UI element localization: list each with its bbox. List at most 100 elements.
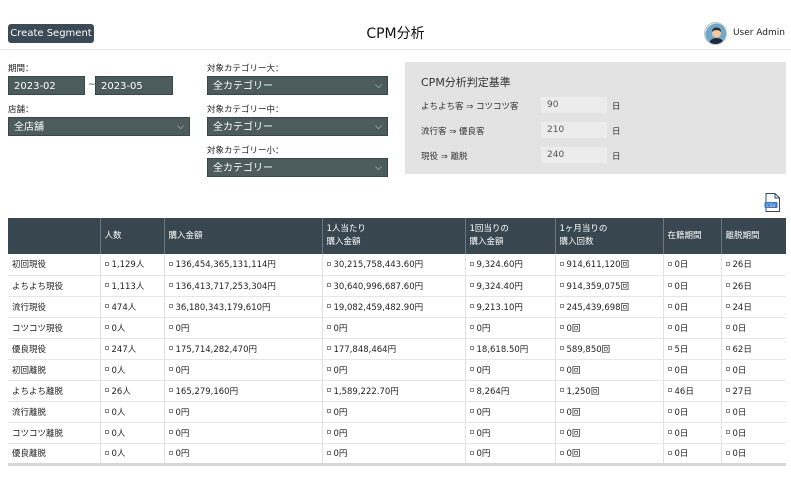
table-cell: 245,439,698回	[555, 296, 664, 318]
table-cell: 18,618.50円	[465, 338, 556, 360]
category-large-select[interactable]: 全カテゴリー ⌵	[207, 76, 388, 95]
cell-value: 0回	[566, 407, 581, 418]
cell-value: 30,640,996,687.60円	[333, 281, 424, 292]
cell-value: 247人	[111, 344, 137, 355]
cell-value: 0円	[333, 449, 348, 459]
chevron-down-icon: ⌵	[375, 81, 382, 91]
cell-marker-icon	[326, 325, 331, 329]
cell-value: 26日	[732, 260, 752, 271]
cell-marker-icon	[559, 388, 564, 392]
cell-value: 30,215,758,443.60円	[333, 260, 424, 271]
table-cell: 0円	[465, 359, 556, 381]
cell-value: 0円	[175, 428, 190, 439]
criteria-days-input[interactable]: 210	[541, 122, 607, 138]
cell-marker-icon	[667, 325, 672, 329]
table-cell: 0回	[555, 443, 664, 466]
cell-value: 27日	[732, 386, 752, 397]
table-row: コツコツ離脱 0人 0円 0円 0円 0回 0日 0日	[8, 422, 786, 444]
category-small-value: 全カテゴリー	[213, 163, 273, 174]
table-row: よちよち現役 1,113人 136,413,717,253,304円 30,640,9…	[8, 275, 786, 297]
period-from-field[interactable]: 2023-02	[8, 76, 85, 95]
table-cell: 0日	[663, 296, 722, 318]
cell-marker-icon	[469, 367, 474, 371]
cell-value: 0人	[111, 323, 126, 334]
column-header: 人数	[100, 218, 165, 254]
cell-value: 0日	[732, 407, 747, 418]
criteria-row: 流行客 ⇒ 優良客 210 日	[421, 122, 781, 138]
cell-marker-icon	[725, 450, 730, 455]
cell-marker-icon	[326, 346, 331, 350]
table-cell: 0回	[555, 401, 664, 423]
column-header: 1ヶ月当りの 購入回数	[555, 218, 664, 254]
cell-value: 19,082,459,482.90円	[333, 302, 424, 313]
column-header: 購入金額	[164, 218, 323, 254]
table-cell: 0日	[721, 422, 786, 444]
cell-marker-icon	[469, 304, 474, 308]
cell-value: 136,454,365,131,114円	[175, 260, 276, 271]
cell-marker-icon	[168, 325, 173, 329]
column-header: 1回当りの 購入金額	[465, 218, 556, 254]
cell-marker-icon	[559, 367, 564, 371]
table-cell: 0日	[721, 359, 786, 381]
cell-value: 0日	[732, 428, 747, 439]
cell-marker-icon	[667, 367, 672, 371]
table-row: 流行離脱 0人 0円 0円 0円 0回 0日 0日	[8, 401, 786, 423]
criteria-unit: 日	[612, 102, 621, 112]
cell-value: 0日	[674, 323, 689, 334]
criteria-row: よちよち客 ⇒ コツコツ客 90 日	[421, 97, 781, 113]
user-menu[interactable]: User Admin	[703, 21, 785, 45]
cell-value: 26人	[111, 386, 131, 397]
table-cell: 0人	[100, 422, 165, 444]
cell-marker-icon	[104, 450, 109, 455]
segment-name-cell: 優良現役	[8, 338, 101, 360]
table-cell: 19,082,459,482.90円	[322, 296, 466, 318]
cell-value: 0日	[674, 281, 689, 292]
cell-value: 0円	[476, 428, 491, 439]
cell-value: 0日	[674, 365, 689, 376]
cell-value: 62日	[732, 344, 752, 355]
cell-marker-icon	[725, 283, 730, 287]
category-mid-select[interactable]: 全カテゴリー ⌵	[207, 117, 388, 136]
criteria-days-input[interactable]: 90	[541, 97, 607, 113]
segment-name-cell: よちよち離脱	[8, 380, 101, 402]
cell-marker-icon	[559, 346, 564, 350]
store-select[interactable]: 全店舗 ⌵	[8, 117, 190, 136]
table-cell: 62日	[721, 338, 786, 360]
table-cell: 9,213.10円	[465, 296, 556, 318]
user-avatar[interactable]	[703, 21, 727, 45]
cell-value: 0円	[333, 323, 348, 334]
cell-marker-icon	[326, 283, 331, 287]
criteria-unit: 日	[612, 152, 621, 162]
cell-value: 177,848,464円	[333, 344, 397, 355]
cell-value: 1,589,222.70円	[333, 386, 399, 397]
table-cell: 30,640,996,687.60円	[322, 275, 466, 297]
cell-marker-icon	[469, 450, 474, 455]
cell-marker-icon	[559, 261, 564, 266]
table-cell: 0日	[663, 422, 722, 444]
cell-marker-icon	[168, 261, 173, 266]
page-title: CPM分析	[366, 26, 425, 42]
cell-marker-icon	[104, 388, 109, 392]
table-body: 初回現役 1,129人 136,454,365,131,114円 30,215,758…	[8, 254, 786, 466]
cell-value: 1,113人	[111, 281, 145, 292]
cell-marker-icon	[168, 346, 173, 350]
segment-name-cell: 流行現役	[8, 296, 101, 318]
cell-value: 0円	[175, 407, 190, 418]
cell-marker-icon	[725, 325, 730, 329]
csv-download-icon[interactable]: CSV	[764, 193, 781, 212]
table-cell: 0人	[100, 317, 165, 339]
table-cell: 589,850回	[555, 338, 664, 360]
cell-marker-icon	[469, 261, 474, 266]
cell-marker-icon	[667, 261, 672, 266]
cell-value: 36,180,343,179,610円	[175, 302, 271, 313]
table-cell: 0円	[465, 443, 556, 466]
period-to-field[interactable]: 2023-05	[95, 76, 173, 95]
cell-marker-icon	[168, 430, 173, 434]
cell-value: 46日	[674, 386, 694, 397]
category-small-select[interactable]: 全カテゴリー ⌵	[207, 158, 388, 177]
table-row: 優良離脱 0人 0円 0円 0円 0回 0日 0日	[8, 443, 786, 466]
criteria-days-input[interactable]: 240	[541, 147, 607, 163]
cell-marker-icon	[469, 346, 474, 350]
cell-marker-icon	[559, 409, 564, 413]
cell-marker-icon	[725, 346, 730, 350]
